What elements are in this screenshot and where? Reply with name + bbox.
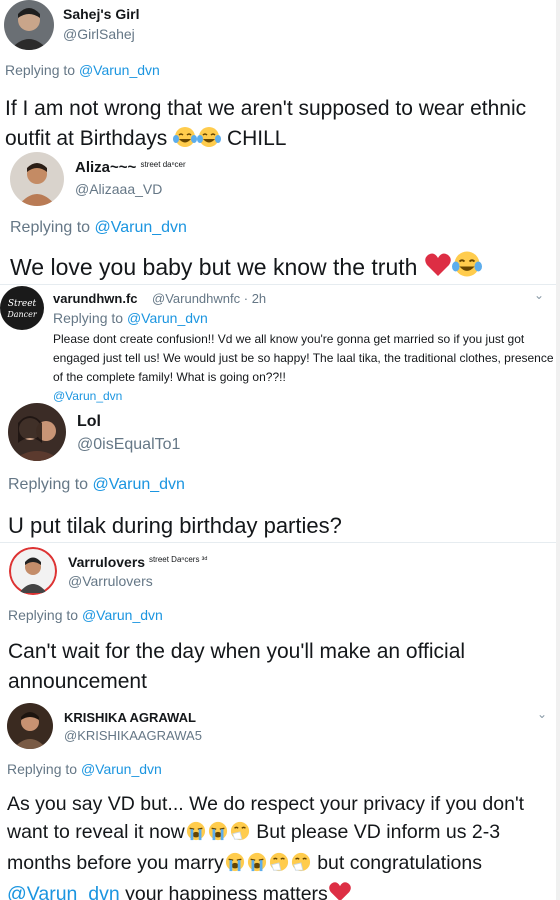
- sneezing-face-icon: [229, 821, 251, 849]
- display-name[interactable]: varundhwn.fc: [53, 291, 138, 306]
- user-handle[interactable]: @Varundhwnfc: [152, 291, 240, 306]
- display-name[interactable]: Varrulovers street Daⁿcers ³ᵈ: [68, 554, 207, 570]
- mention-link[interactable]: @Varun_dvn: [79, 62, 160, 78]
- tweet-text: U put tilak during birthday parties?: [8, 513, 342, 538]
- face-with-tears-of-joy-icon: [197, 126, 222, 157]
- divider: [0, 542, 560, 543]
- tweet-text: As you say VD but... We do respect your …: [7, 790, 557, 900]
- user-handle[interactable]: @Alizaaa_VD: [75, 181, 162, 197]
- loudly-crying-face-icon: [224, 852, 246, 880]
- avatar[interactable]: [9, 547, 57, 595]
- replying-to-line: Replying to @Varun_dvn: [8, 476, 185, 493]
- replying-to-line: Replying to @Varun_dvn: [53, 310, 208, 326]
- red-heart-icon: [328, 881, 352, 900]
- display-name[interactable]: Aliza~~~ street daⁿcer: [75, 159, 186, 176]
- user-handle[interactable]: @GirlSahej: [63, 26, 135, 42]
- display-name[interactable]: Lol: [77, 413, 101, 431]
- mention-link[interactable]: @Varun_dvn: [127, 310, 208, 326]
- user-handle[interactable]: @Varrulovers: [68, 573, 153, 589]
- user-handle[interactable]: @KRISHIKAAGRAWA5: [64, 728, 202, 743]
- sneezing-face-icon: [290, 852, 312, 880]
- avatar[interactable]: Street Dancer: [0, 286, 44, 330]
- mention-link[interactable]: @Varun_dvn: [53, 389, 122, 403]
- loudly-crying-face-icon: [207, 821, 229, 849]
- replying-to-line: Replying to @Varun_dvn: [7, 761, 162, 777]
- tweet-text: We love you baby but we know the truth: [10, 250, 555, 286]
- user-handle[interactable]: @0isEqualTo1: [77, 436, 180, 454]
- user-handle-and-time: @Varundhwnfc · 2h: [152, 291, 266, 306]
- avatar[interactable]: [7, 703, 53, 749]
- chevron-down-icon[interactable]: ⌄: [534, 288, 544, 302]
- chevron-down-icon[interactable]: ⌄: [537, 707, 547, 721]
- face-with-tears-of-joy-icon: [173, 126, 198, 157]
- divider: [0, 284, 560, 285]
- avatar[interactable]: [8, 403, 66, 461]
- mention-link[interactable]: @Varun_dvn: [82, 607, 163, 623]
- display-name[interactable]: Sahej's Girl: [63, 6, 139, 22]
- svg-text:Street: Street: [8, 299, 37, 309]
- mention-link[interactable]: @Varun_dvn: [95, 219, 187, 236]
- avatar[interactable]: [10, 152, 64, 206]
- replying-to-line: Replying to @Varun_dvn: [5, 62, 160, 78]
- tweet-text: Can't wait for the day when you'll make …: [8, 640, 466, 693]
- loudly-crying-face-icon: [246, 852, 268, 880]
- tweet-text: If I am not wrong that we aren't suppose…: [5, 94, 550, 157]
- display-name[interactable]: KRISHIKA AGRAWAL: [64, 710, 196, 725]
- mention-link[interactable]: @Varun_dvn: [81, 761, 162, 777]
- svg-text:Dancer: Dancer: [6, 310, 38, 319]
- sneezing-face-icon: [268, 852, 290, 880]
- replying-to-line: Replying to @Varun_dvn: [8, 607, 163, 623]
- timestamp[interactable]: · 2h: [244, 291, 266, 306]
- replying-to-line: Replying to @Varun_dvn: [10, 219, 187, 236]
- avatar[interactable]: [4, 0, 54, 50]
- loudly-crying-face-icon: [185, 821, 207, 849]
- mention-link[interactable]: @Varun_dvn: [93, 476, 185, 493]
- face-with-tears-of-joy-icon: [451, 250, 482, 286]
- red-heart-icon: [424, 252, 452, 286]
- scrollbar[interactable]: [556, 0, 560, 900]
- tweet-text: Please dont create confusion!! Vd we all…: [53, 332, 554, 403]
- tweet-1: Sahej's Girl @GirlSahej Replying to @Var…: [0, 0, 560, 150]
- mention-link[interactable]: @Varun_dvn: [7, 883, 120, 900]
